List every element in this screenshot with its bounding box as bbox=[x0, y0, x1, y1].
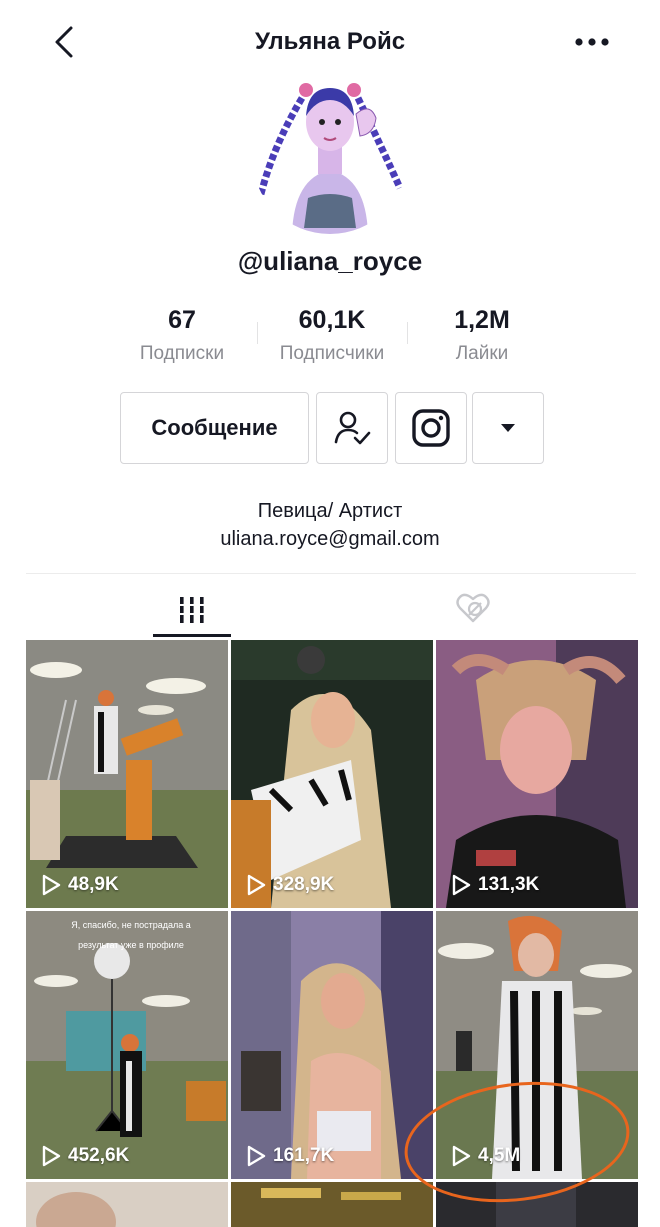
video-thumbnail bbox=[436, 640, 638, 908]
tab-videos[interactable] bbox=[153, 588, 231, 632]
play-icon bbox=[247, 874, 266, 896]
video-tile[interactable] bbox=[26, 1182, 228, 1227]
view-count-value: 161,7K bbox=[273, 1145, 335, 1166]
video-thumbnail bbox=[26, 1182, 228, 1227]
video-thumbnail bbox=[231, 1182, 433, 1227]
stat-followers-label: Подписчики bbox=[279, 343, 385, 364]
play-icon bbox=[42, 1145, 61, 1167]
view-count: 161,7K bbox=[245, 1145, 334, 1167]
stat-followers[interactable]: 60,1K Подписчики bbox=[262, 306, 402, 365]
avatar[interactable] bbox=[252, 78, 408, 234]
bio-email: uliana.royce@gmail.com bbox=[220, 528, 440, 550]
active-tab-indicator bbox=[153, 634, 231, 637]
view-count-value: 328,9K bbox=[273, 874, 335, 895]
view-count-value: 131,3K bbox=[478, 874, 540, 895]
stat-following-value: 67 bbox=[168, 306, 196, 334]
video-tile[interactable]: 328,9K bbox=[231, 640, 433, 908]
stat-following[interactable]: 67 Подписки bbox=[112, 306, 252, 365]
grid-lines-icon bbox=[178, 597, 206, 623]
video-tile[interactable]: 48,9K bbox=[26, 640, 228, 908]
user-check-icon bbox=[334, 411, 371, 445]
section-divider bbox=[26, 573, 636, 574]
stat-followers-value: 60,1K bbox=[298, 306, 366, 334]
avatar-illustration bbox=[256, 83, 404, 234]
tab-liked-videos[interactable] bbox=[450, 588, 496, 628]
view-count-value: 452,6K bbox=[68, 1145, 130, 1166]
following-button[interactable] bbox=[316, 392, 388, 464]
video-thumbnail bbox=[231, 640, 433, 908]
stat-following-label: Подписки bbox=[139, 343, 225, 364]
play-icon bbox=[247, 1145, 266, 1167]
username-handle: @uliana_royce bbox=[237, 246, 423, 276]
page-title: Ульяна Ройс bbox=[254, 28, 406, 55]
bio-text: Певица/ Артист bbox=[257, 500, 403, 522]
hidden-heart-icon bbox=[456, 593, 490, 623]
stat-separator bbox=[257, 322, 258, 344]
stat-likes-label: Лайки bbox=[455, 343, 509, 364]
more-options-button[interactable] bbox=[570, 24, 614, 60]
more-actions-dropdown[interactable] bbox=[472, 392, 544, 464]
message-button[interactable]: Сообщение bbox=[120, 392, 309, 464]
video-tile[interactable]: 131,3K bbox=[436, 640, 638, 908]
video-thumbnail bbox=[231, 911, 433, 1179]
video-tile[interactable] bbox=[231, 1182, 433, 1227]
caret-down-icon bbox=[501, 424, 515, 432]
stat-likes[interactable]: 1,2M Лайки bbox=[412, 306, 552, 365]
view-count: 452,6K bbox=[40, 1145, 129, 1167]
video-tile[interactable]: Я, спасибо, не пострадала а результат уж… bbox=[26, 911, 228, 1179]
instagram-icon bbox=[412, 409, 450, 447]
view-count: 131,3K bbox=[450, 874, 539, 896]
view-count-value: 48,9K bbox=[68, 874, 119, 895]
top-bar: Ульяна Ройс bbox=[0, 0, 660, 86]
play-icon bbox=[42, 874, 61, 896]
view-count: 328,9K bbox=[245, 874, 334, 896]
stat-likes-value: 1,2M bbox=[454, 306, 510, 334]
video-tile[interactable]: 161,7K bbox=[231, 911, 433, 1179]
view-count: 48,9K bbox=[40, 874, 119, 896]
stat-separator bbox=[407, 322, 408, 344]
play-icon bbox=[452, 874, 471, 896]
video-thumbnail bbox=[26, 640, 228, 908]
video-caption: Я, спасибо, не пострадала а результат уж… bbox=[71, 920, 191, 950]
more-dots-icon bbox=[575, 38, 609, 46]
instagram-button[interactable] bbox=[395, 392, 467, 464]
